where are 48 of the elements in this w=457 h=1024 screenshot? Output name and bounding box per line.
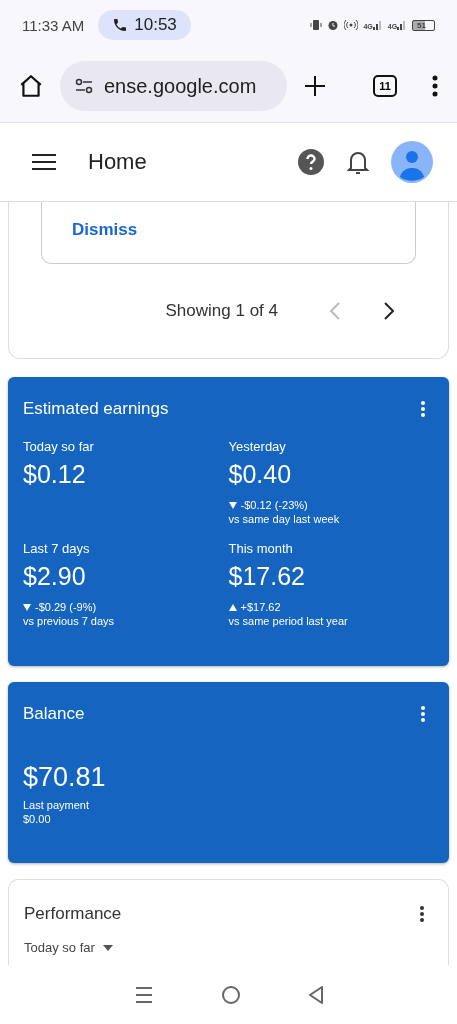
avatar-icon[interactable] — [391, 141, 433, 183]
metric-comparison: vs same day last week — [228, 513, 341, 525]
tab-count-button[interactable]: 11 — [373, 75, 397, 97]
notifications-icon[interactable] — [347, 149, 369, 175]
metric-value: $0.12 — [23, 460, 87, 489]
home-button-icon[interactable] — [220, 984, 241, 1005]
more-icon[interactable] — [431, 74, 439, 98]
signal-icon — [397, 20, 408, 30]
phone-icon — [112, 17, 129, 33]
help-icon[interactable] — [297, 148, 325, 176]
page-title: Home — [88, 149, 147, 175]
alarm-icon — [327, 19, 340, 31]
metric-label: Last 7 days — [23, 541, 91, 556]
metric-value: $0.40 — [228, 460, 293, 489]
menu-icon[interactable] — [32, 153, 56, 171]
call-chip[interactable]: 10:53 — [98, 10, 191, 40]
balance-value: $70.81 — [23, 762, 107, 793]
metric-value: $2.90 — [23, 562, 87, 591]
metric-change: -$0.29 (-9%) — [35, 601, 97, 613]
pager-text: Showing 1 of 4 — [165, 301, 278, 321]
metric-label: Yesterday — [228, 439, 287, 454]
metric-change: -$0.12 (-23%) — [240, 499, 308, 511]
last-payment-value: $0.00 — [23, 813, 52, 825]
metric-label: Today so far — [23, 439, 95, 454]
signal-icon — [372, 20, 383, 30]
metric-label: This month — [228, 541, 294, 556]
dropdown-icon — [102, 944, 113, 951]
metric-change: +$17.62 — [240, 601, 281, 613]
next-icon[interactable] — [382, 300, 396, 322]
address-bar[interactable]: ense.google.com — [60, 61, 287, 111]
new-tab-icon[interactable] — [303, 74, 327, 98]
metric-value: $17.62 — [228, 562, 306, 591]
card-title: Performance — [24, 904, 122, 924]
date-range-dropdown[interactable]: Today so far — [24, 940, 113, 955]
card-title: Estimated earnings — [23, 399, 169, 419]
site-settings-icon — [74, 78, 94, 94]
more-icon[interactable] — [419, 905, 425, 923]
last-payment-label: Last payment — [23, 799, 91, 811]
vibrate-icon — [310, 19, 323, 31]
recent-apps-icon[interactable] — [133, 985, 154, 1004]
card-title: Balance — [23, 704, 85, 724]
dismiss-link[interactable]: Dismiss — [72, 220, 138, 240]
home-icon[interactable] — [18, 73, 44, 99]
status-time: 11:33 AM — [22, 16, 85, 34]
hotspot-icon — [344, 19, 359, 31]
metric-comparison: vs same period last year — [228, 615, 349, 627]
back-icon[interactable] — [307, 985, 324, 1004]
metric-comparison: vs previous 7 days — [23, 615, 116, 627]
